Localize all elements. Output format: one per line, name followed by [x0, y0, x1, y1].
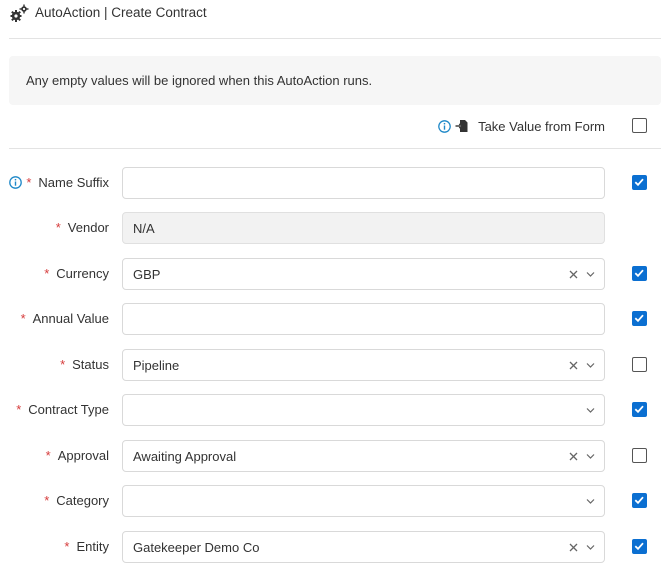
info-notice: Any empty values will be ignored when th… [9, 56, 661, 105]
field-value: GBP [133, 267, 161, 282]
info-icon[interactable] [438, 119, 451, 133]
clear-icon[interactable] [569, 543, 578, 552]
field-label-text: Vendor [67, 220, 109, 235]
field-label: * Entity [64, 539, 109, 554]
field-label-text: Status [72, 357, 109, 372]
field-label-text: Entity [76, 539, 109, 554]
required-asterisk: * [26, 175, 32, 190]
page-title: AutoAction | Create Contract [35, 5, 207, 20]
required-asterisk: * [16, 402, 22, 417]
name-suffix-take-value-checkbox[interactable] [632, 175, 647, 190]
required-asterisk: * [55, 220, 61, 235]
field-label: * Status [60, 357, 109, 372]
field-label-text: Contract Type [28, 402, 109, 417]
field-label: * Currency [44, 266, 109, 281]
annual-value-take-value-checkbox[interactable] [632, 311, 647, 326]
section-divider [9, 148, 661, 149]
field-label: * Annual Value [21, 311, 109, 326]
annual-value-input[interactable] [122, 303, 605, 335]
take-value-checkbox[interactable] [632, 118, 647, 133]
name-suffix-input[interactable] [122, 167, 605, 199]
contract-type-select[interactable] [122, 394, 605, 426]
required-asterisk: * [45, 448, 51, 463]
category-select[interactable] [122, 485, 605, 517]
entity-take-value-checkbox[interactable] [632, 539, 647, 554]
field-value: Awaiting Approval [133, 449, 237, 464]
notice-text: Any empty values will be ignored when th… [26, 73, 373, 88]
form-row-contract-type: * Contract Type [0, 394, 670, 426]
chevron-down-icon[interactable] [586, 544, 595, 551]
info-icon[interactable] [9, 176, 23, 189]
vendor-input: N/A [122, 212, 605, 244]
approval-take-value-checkbox[interactable] [632, 448, 647, 463]
field-label: * Contract Type [16, 402, 109, 417]
gears-icon [10, 4, 29, 22]
currency-take-value-checkbox[interactable] [632, 266, 647, 281]
field-label-text: Annual Value [32, 311, 109, 326]
field-label: * Approval [46, 448, 109, 463]
required-asterisk: * [44, 266, 50, 281]
field-value: Pipeline [133, 358, 180, 373]
currency-select[interactable]: GBP [122, 258, 605, 290]
field-label: * Category [44, 493, 109, 508]
header-divider [9, 38, 661, 39]
file-import-icon [455, 120, 468, 132]
field-value: N/A [133, 221, 155, 236]
clear-icon[interactable] [569, 452, 578, 461]
form-row-annual-value: * Annual Value [0, 303, 670, 335]
field-label-text: Name Suffix [38, 175, 109, 190]
clear-icon[interactable] [569, 361, 578, 370]
contract-type-take-value-checkbox[interactable] [632, 402, 647, 417]
form-row-entity: * Entity Gatekeeper Demo Co [0, 531, 670, 563]
field-value: Gatekeeper Demo Co [133, 540, 260, 555]
form-row-vendor: * Vendor N/A [0, 212, 670, 244]
field-label-text: Category [56, 493, 109, 508]
chevron-down-icon[interactable] [586, 498, 595, 505]
field-label-text: Approval [57, 448, 109, 463]
required-asterisk: * [44, 493, 50, 508]
form-row-category: * Category [0, 485, 670, 517]
required-asterisk: * [20, 311, 26, 326]
status-take-value-checkbox[interactable] [632, 357, 647, 372]
status-select[interactable]: Pipeline [122, 349, 605, 381]
required-asterisk: * [64, 539, 70, 554]
entity-select[interactable]: Gatekeeper Demo Co [122, 531, 605, 563]
approval-select[interactable]: Awaiting Approval [122, 440, 605, 472]
page-header: AutoAction | Create Contract [0, 0, 670, 38]
field-label-text: Currency [56, 266, 109, 281]
category-take-value-checkbox[interactable] [632, 493, 647, 508]
field-label: * Vendor [56, 220, 109, 235]
field-label: * Name Suffix [9, 175, 109, 190]
form-row-currency: * Currency GBP [0, 258, 670, 290]
form-row-approval: * Approval Awaiting Approval [0, 440, 670, 472]
required-asterisk: * [60, 357, 66, 372]
take-value-label: Take Value from Form [478, 118, 605, 134]
form-row-status: * Status Pipeline [0, 349, 670, 381]
chevron-down-icon[interactable] [586, 362, 595, 369]
clear-icon[interactable] [569, 270, 578, 279]
take-value-from-form: Take Value from Form [438, 117, 605, 135]
chevron-down-icon[interactable] [586, 407, 595, 414]
form-row-name-suffix: * Name Suffix [0, 167, 670, 199]
chevron-down-icon[interactable] [586, 453, 595, 460]
chevron-down-icon[interactable] [586, 271, 595, 278]
